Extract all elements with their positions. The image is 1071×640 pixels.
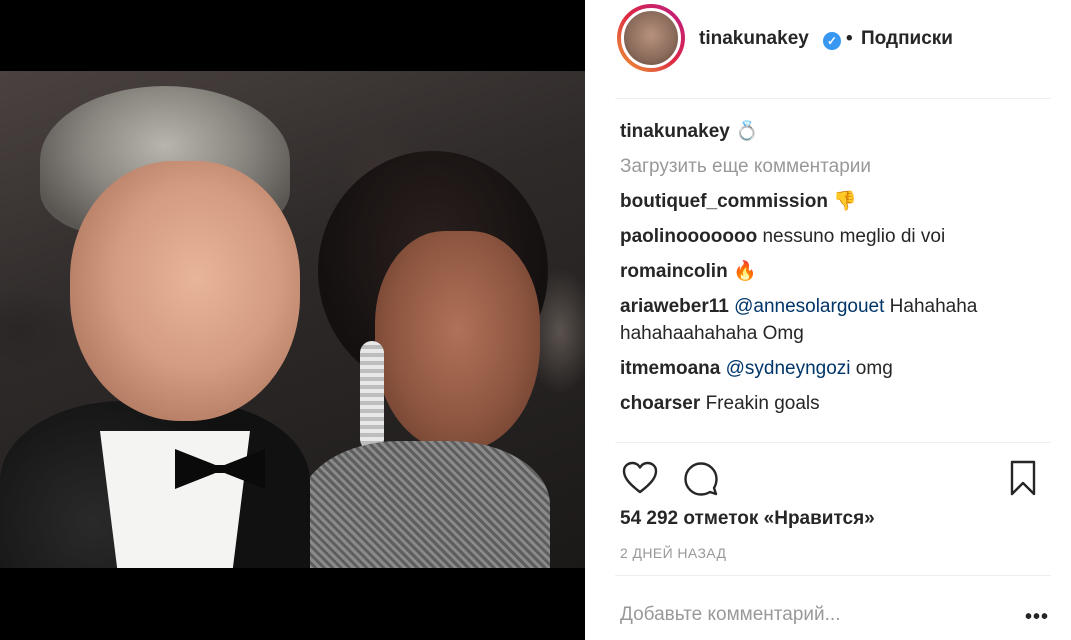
post-header: tinakunakey ✓ • Подписки <box>615 0 1051 99</box>
verified-badge-icon: ✓ <box>823 32 841 50</box>
caption-username[interactable]: tinakunakey <box>620 121 730 142</box>
comment-username[interactable]: paolinooooooo <box>620 226 757 247</box>
comment-input[interactable]: Добавьте комментарий... <box>620 604 840 626</box>
comment-item: paolinooooooo nessuno meglio di voi <box>620 223 1050 250</box>
load-more-comments-button[interactable]: Загрузить еще комментарии <box>620 153 1050 180</box>
comment-text: 👎 <box>833 191 857 212</box>
heart-icon[interactable] <box>620 458 660 498</box>
caption: tinakunakey 💍 <box>620 118 1050 145</box>
comment-mention[interactable]: @annesolargouet <box>734 296 884 317</box>
comment-username[interactable]: romaincolin <box>620 261 728 282</box>
comment-text: nessuno meglio di voi <box>762 226 946 247</box>
post-photo[interactable] <box>0 71 585 568</box>
comment-icon[interactable] <box>681 458 721 498</box>
post-date[interactable]: 2 ДНЕЙ НАЗАД <box>620 545 726 561</box>
action-bar <box>615 443 1051 513</box>
comment-item: ariaweber11 @annesolargouet Hahahaha hah… <box>620 293 1050 347</box>
more-options-icon[interactable]: ••• <box>1025 606 1049 629</box>
follow-button[interactable]: Подписки <box>861 28 953 50</box>
comment-username[interactable]: choarser <box>620 393 700 414</box>
comment-username[interactable]: itmemoana <box>620 358 720 379</box>
separator-dot: • <box>846 28 853 49</box>
comment-item: romaincolin 🔥 <box>620 258 1050 285</box>
avatar[interactable] <box>617 4 685 72</box>
header-username[interactable]: tinakunakey <box>699 28 809 50</box>
divider <box>615 575 1051 576</box>
comment-text: omg <box>855 358 893 379</box>
bookmark-icon[interactable] <box>1003 458 1043 498</box>
comment-username[interactable]: boutiquef_commission <box>620 191 828 212</box>
likes-count[interactable]: 54 292 отметок «Нравится» <box>620 508 875 530</box>
ring-emoji: 💍 <box>735 121 759 142</box>
comment-item: itmemoana @sydneyngozi omg <box>620 355 1050 382</box>
comment-mention[interactable]: @sydneyngozi <box>726 358 851 379</box>
comment-item: boutiquef_commission 👎 <box>620 188 1050 215</box>
comment-text: Freakin goals <box>705 393 820 414</box>
post-sidebar: tinakunakey ✓ • Подписки tinakunakey 💍 З… <box>585 0 1071 640</box>
comment-list: tinakunakey 💍 Загрузить еще комментарии … <box>620 118 1050 425</box>
media-panel <box>0 0 585 640</box>
comment-text: 🔥 <box>732 261 757 282</box>
comment-item: choarser Freakin goals <box>620 390 1050 417</box>
comment-username[interactable]: ariaweber11 <box>620 296 729 317</box>
